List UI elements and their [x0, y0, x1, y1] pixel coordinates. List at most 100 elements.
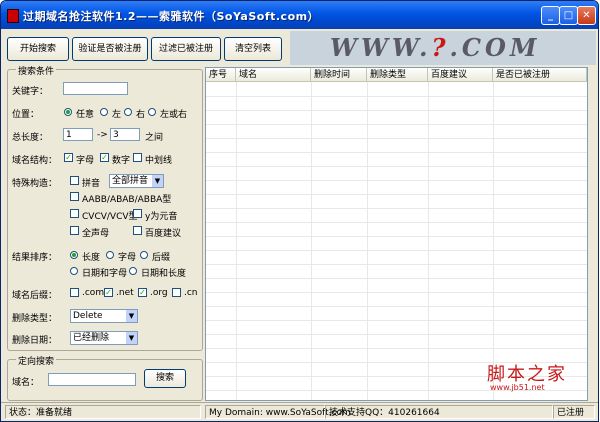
position-any-label: 任意 — [76, 110, 95, 120]
keyword-input[interactable] — [63, 82, 128, 95]
grid-row-line — [206, 278, 587, 279]
grid-row-line — [206, 306, 587, 307]
verify-registered-button[interactable]: 验证是否被注册 — [72, 37, 148, 61]
sort-date-letter-radio[interactable] — [70, 267, 78, 275]
baidu-suggest-checkbox[interactable] — [133, 226, 142, 235]
aabb-checkbox[interactable] — [70, 192, 79, 201]
chevron-down-icon[interactable]: ▼ — [126, 310, 137, 322]
position-left-label: 左 — [112, 110, 122, 120]
grid-row-line — [206, 180, 587, 181]
chevron-down-icon[interactable]: ▼ — [126, 332, 137, 344]
grid-row-line — [206, 348, 587, 349]
structure-digits-label: 数字 — [112, 156, 131, 166]
grid-row-line — [206, 334, 587, 335]
position-left-radio[interactable] — [100, 108, 108, 116]
suffix-net-label: .net — [116, 288, 134, 298]
filter-registered-button[interactable]: 过滤已被注册 — [151, 37, 221, 61]
grid-row-line — [206, 264, 587, 265]
grid-column-line — [493, 82, 494, 400]
cvcv-label: CVCV/VCV型 — [82, 212, 138, 222]
grid-column-line — [311, 82, 312, 400]
search-conditions-group: 搜索条件 关键字： 位置： 任意 左 右 左或右 总长度： 1 -> 3 之间 … — [7, 64, 203, 351]
pinyin-select-value: 全部拼音 — [112, 176, 149, 186]
suffix-org-checkbox[interactable]: ✓ — [138, 288, 147, 297]
length-from-input[interactable]: 1 — [63, 128, 93, 141]
start-search-button[interactable]: 开始搜索 — [7, 37, 69, 61]
sort-letter-radio[interactable] — [106, 251, 114, 259]
grid-row-line — [206, 250, 587, 251]
delete-date-value: 已经删除 — [73, 333, 110, 343]
structure-letters-label: 字母 — [76, 156, 95, 166]
aabb-label: AABB/ABAB/ABBA型 — [82, 195, 172, 205]
left-panel: 搜索条件 关键字： 位置： 任意 左 右 左或右 总长度： 1 -> 3 之间 … — [4, 64, 204, 403]
grid-row-line — [206, 110, 587, 111]
sort-suffix-label: 后缀 — [152, 253, 171, 263]
pinyin-select[interactable]: 全部拼音 ▼ — [109, 174, 164, 188]
cvcv-checkbox[interactable] — [70, 209, 79, 218]
suffix-cn-checkbox[interactable] — [172, 288, 181, 297]
pinyin-checkbox[interactable] — [70, 176, 79, 185]
y-vowel-checkbox[interactable] — [133, 209, 142, 218]
minimize-icon[interactable]: _ — [541, 6, 560, 25]
column-header-registered[interactable]: 是否已被注册 — [493, 68, 587, 82]
directed-search-legend: 定向搜索 — [16, 354, 57, 367]
length-suffix-label: 之间 — [145, 133, 164, 143]
length-label: 总长度： — [12, 133, 49, 143]
structure-hyphen-label: 中划线 — [145, 156, 173, 166]
column-header-domain[interactable]: 域名 — [236, 68, 311, 82]
position-left-or-right-label: 左或右 — [160, 110, 188, 120]
special-label: 特殊构造： — [12, 179, 58, 189]
sort-date-length-radio[interactable] — [129, 267, 137, 275]
column-header-delete-type[interactable]: 删除类型 — [367, 68, 428, 82]
position-right-radio[interactable] — [124, 108, 132, 116]
suffix-net-checkbox[interactable]: ✓ — [104, 288, 113, 297]
watermark-url: www.jb51.net — [490, 383, 545, 392]
grid-row-line — [206, 166, 587, 167]
search-conditions-legend: 搜索条件 — [16, 64, 57, 77]
clear-list-button[interactable]: 清空列表 — [224, 37, 282, 61]
delete-type-value: Delete — [73, 311, 103, 321]
delete-type-select[interactable]: Delete ▼ — [70, 309, 138, 323]
grid-row-line — [206, 208, 587, 209]
structure-hyphen-checkbox[interactable] — [133, 153, 142, 162]
domain-input[interactable] — [48, 373, 136, 386]
pinyin-label: 拼音 — [82, 179, 101, 189]
banner-logo: WWW.?.COM — [330, 33, 541, 62]
suffix-org-label: .org — [150, 288, 168, 298]
position-left-or-right-radio[interactable] — [148, 108, 156, 116]
structure-digits-checkbox[interactable]: ✓ — [100, 153, 109, 162]
structure-letters-checkbox[interactable]: ✓ — [64, 153, 73, 162]
delete-date-select[interactable]: 已经删除 ▼ — [70, 331, 138, 345]
directed-search-button[interactable]: 搜索 — [144, 369, 186, 388]
status-qq: 技术支持QQ：410261664 — [325, 405, 553, 419]
all-consonants-checkbox[interactable] — [70, 226, 79, 235]
results-table[interactable]: 序号 域名 删除时间 删除类型 百度建议 是否已被注册 — [205, 67, 588, 401]
grid-row-line — [206, 124, 587, 125]
grid-column-line — [367, 82, 368, 400]
close-icon[interactable]: ✕ — [577, 6, 596, 25]
sort-date-letter-label: 日期和字母 — [82, 269, 128, 279]
maximize-icon[interactable]: □ — [559, 6, 578, 25]
sort-date-length-label: 日期和长度 — [141, 269, 187, 279]
position-any-radio[interactable] — [64, 108, 72, 116]
status-bar: 状态：准备就绪 My Domain: www.SoYaSoft.com 技术支持… — [1, 402, 598, 421]
chevron-down-icon[interactable]: ▼ — [152, 175, 163, 187]
sort-suffix-radio[interactable] — [140, 251, 148, 259]
keyword-label: 关键字： — [12, 87, 49, 97]
sort-length-radio[interactable] — [70, 251, 78, 259]
suffix-com-checkbox[interactable] — [70, 288, 79, 297]
length-to-input[interactable]: 3 — [110, 128, 140, 141]
position-label: 位置： — [12, 110, 40, 120]
column-header-baidu-suggest[interactable]: 百度建议 — [428, 68, 493, 82]
delete-date-label: 删除日期： — [12, 336, 58, 346]
sort-label: 结果排序： — [12, 253, 58, 263]
length-arrow-label: -> — [97, 130, 108, 140]
status-text: 状态：准备就绪 — [5, 405, 201, 419]
domain-label: 域名： — [12, 378, 40, 388]
sort-length-label: 长度 — [82, 253, 101, 263]
grid-row-line — [206, 236, 587, 237]
title-bar[interactable]: 过期域名抢注软件1.2——索雅软件（SoYaSoft.com） _ □ ✕ — [1, 1, 598, 29]
column-header-index[interactable]: 序号 — [206, 68, 236, 82]
structure-label: 域名结构： — [12, 156, 58, 166]
column-header-delete-time[interactable]: 删除时间 — [311, 68, 367, 82]
